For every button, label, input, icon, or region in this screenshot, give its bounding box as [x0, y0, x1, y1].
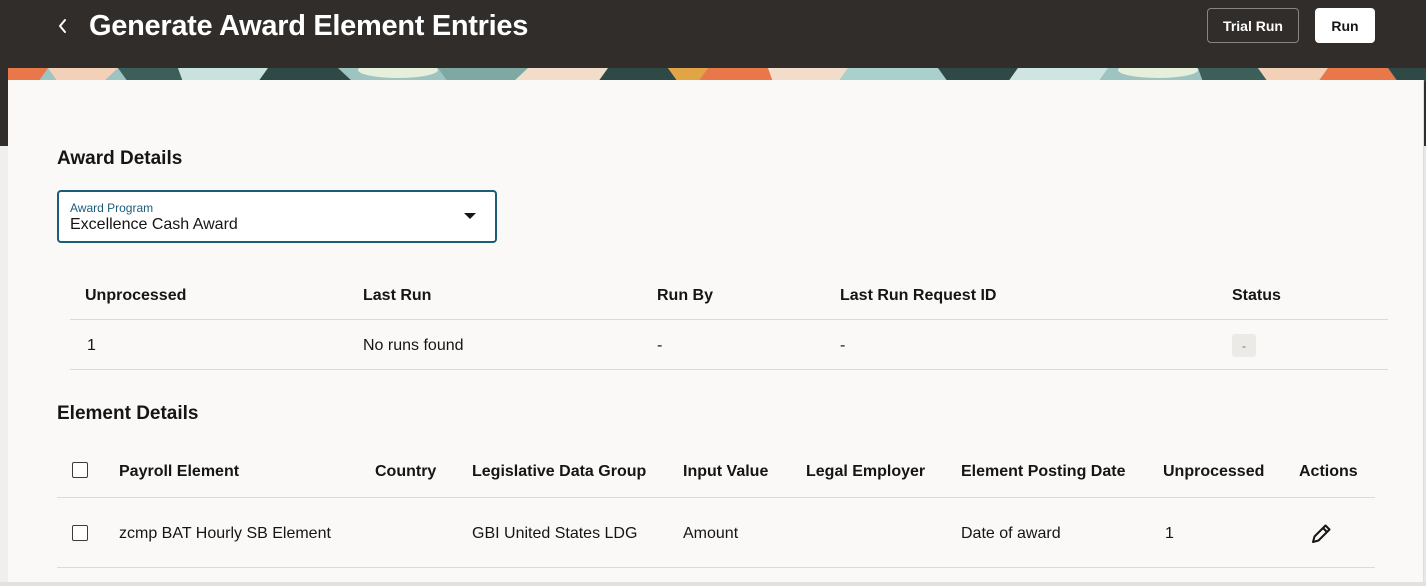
- col-payroll-element: Payroll Element: [119, 463, 240, 480]
- col-legal-employer: Legal Employer: [806, 463, 926, 480]
- award-program-value: Excellence Cash Award: [70, 216, 238, 233]
- page-bottom-edge: [0, 582, 1426, 586]
- pencil-icon: [1312, 524, 1331, 543]
- select-all-checkbox[interactable]: [72, 462, 88, 478]
- unprocessed-count: 1: [87, 337, 96, 354]
- col-actions: Actions: [1299, 463, 1358, 480]
- status-badge: -: [1232, 334, 1256, 357]
- payroll-element-cell: zcmp BAT Hourly SB Element: [119, 525, 331, 542]
- col-unprocessed: Unprocessed: [85, 287, 187, 304]
- col-input-value: Input Value: [683, 463, 769, 480]
- run-by-value: -: [657, 337, 663, 354]
- legislative-data-group-cell: GBI United States LDG: [472, 525, 638, 542]
- page-title: Generate Award Element Entries: [89, 10, 529, 42]
- last-run-request-id-value: -: [840, 337, 846, 354]
- left-edge: [0, 146, 8, 586]
- trial-run-button[interactable]: Trial Run: [1207, 8, 1299, 43]
- col-run-by: Run By: [657, 287, 713, 304]
- col-status: Status: [1232, 287, 1281, 304]
- table-header-divider: [57, 497, 1375, 498]
- table-divider: [70, 319, 1388, 320]
- element-details-title: Element Details: [57, 403, 199, 424]
- col-country: Country: [375, 463, 437, 480]
- col-last-run: Last Run: [363, 287, 432, 304]
- col-unprocessed: Unprocessed: [1163, 463, 1265, 480]
- chevron-left-icon: [59, 19, 66, 33]
- unprocessed-cell: 1: [1165, 525, 1174, 542]
- col-last-run-request-id: Last Run Request ID: [840, 287, 997, 304]
- edit-button[interactable]: [1308, 521, 1334, 547]
- col-element-posting-date: Element Posting Date: [961, 463, 1126, 480]
- back-button[interactable]: [50, 10, 76, 42]
- element-posting-date-cell: Date of award: [961, 525, 1061, 542]
- input-value-cell: Amount: [683, 525, 739, 542]
- run-button[interactable]: Run: [1315, 8, 1375, 43]
- row-checkbox[interactable]: [72, 525, 88, 541]
- last-run-value: No runs found: [363, 337, 464, 354]
- caret-down-icon: [464, 213, 476, 219]
- table-bottom-divider: [70, 369, 1388, 370]
- main-card: Award Details Award Program Excellence C…: [8, 80, 1424, 582]
- award-program-label: Award Program: [70, 201, 154, 215]
- table-row-divider: [57, 567, 1375, 568]
- award-details-title: Award Details: [57, 148, 183, 169]
- col-legislative-data-group: Legislative Data Group: [472, 463, 647, 480]
- award-program-select[interactable]: Award Program Excellence Cash Award: [57, 190, 497, 243]
